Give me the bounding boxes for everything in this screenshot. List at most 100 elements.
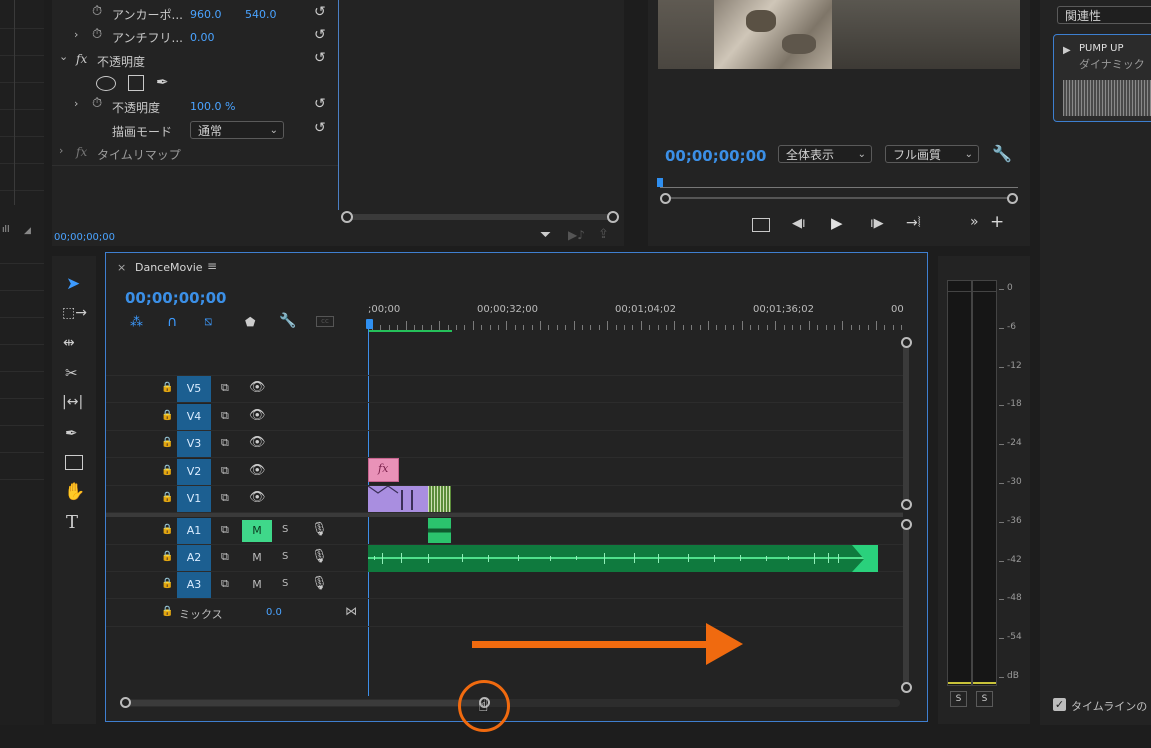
safe-margins-icon[interactable] (752, 218, 770, 232)
anchor-y-value[interactable]: 540.0 (245, 8, 277, 21)
microphone-icon[interactable]: 🎙 (311, 522, 328, 537)
pen-mask-icon[interactable]: ✒ (156, 73, 169, 91)
reset-icon[interactable]: ↺ (314, 120, 326, 136)
reset-icon[interactable]: ↺ (314, 27, 326, 43)
ripple-edit-tool-icon[interactable]: ⇹ (63, 335, 75, 351)
lock-icon[interactable]: 🔒 (161, 410, 173, 421)
eye-icon[interactable]: 👁 (249, 408, 266, 423)
settings-wrench-icon[interactable]: 🔧 (992, 144, 1012, 163)
play-icon[interactable]: ▶ (831, 214, 843, 232)
v-scroll-handle[interactable] (901, 499, 912, 510)
pen-tool-icon[interactable]: ✒ (65, 424, 78, 442)
mute-button[interactable]: M (242, 520, 272, 542)
lock-icon[interactable]: 🔒 (161, 524, 173, 535)
lock-icon[interactable]: 🔒 (161, 551, 173, 562)
sequence-tab[interactable]: DanceMovie (135, 261, 203, 274)
razor-tool-icon[interactable]: ✂ (65, 364, 78, 382)
time-remap-row[interactable]: › fx タイムリマップ (52, 143, 338, 163)
solo-button[interactable]: S (282, 551, 288, 562)
track-target-v4[interactable]: V4 (177, 404, 211, 430)
ellipse-mask-icon[interactable] (96, 76, 116, 91)
more-icon[interactable]: » (970, 214, 979, 230)
lock-icon[interactable]: 🔒 (161, 465, 173, 476)
step-back-icon[interactable]: ◀ı (792, 216, 806, 231)
microphone-icon[interactable]: 🎙 (311, 549, 328, 564)
eye-icon[interactable]: 👁 (249, 490, 266, 505)
opacity-value[interactable]: 100.0 % (190, 100, 235, 113)
blend-mode-dropdown[interactable]: 通常 ⌄ (190, 121, 284, 139)
sync-lock-icon[interactable]: ⧉ (221, 577, 229, 591)
add-marker-target-icon[interactable]: ⧅ (204, 314, 212, 329)
selection-tool-icon[interactable]: ➤ (66, 274, 80, 294)
sync-lock-icon[interactable]: ⧉ (221, 409, 229, 423)
solo-right-button[interactable]: S (976, 691, 993, 707)
type-tool-icon[interactable]: T (66, 512, 78, 533)
list-view-icon[interactable]: ıll (2, 225, 10, 235)
rectangle-tool-icon[interactable] (65, 455, 83, 470)
go-to-out-icon[interactable]: ⋈ (345, 604, 357, 618)
stopwatch-icon[interactable]: ⏱ (92, 27, 102, 42)
quality-dropdown[interactable]: フル画質 ⌄ (885, 145, 979, 163)
program-timecode[interactable]: 00;00;00;00 (665, 147, 767, 165)
stopwatch-icon[interactable]: ⏱ (92, 4, 102, 19)
h-scroll-handle-left[interactable] (120, 697, 131, 708)
timeline-checkbox[interactable]: ✓ (1053, 698, 1066, 711)
lock-icon[interactable]: 🔒 (161, 382, 173, 393)
snap-icon[interactable]: ⁂ (130, 315, 143, 330)
zoom-handle-right[interactable] (1007, 193, 1018, 204)
insert-icon[interactable]: →⦚ (906, 215, 921, 231)
filter-icon[interactable]: ⏷ (540, 227, 551, 243)
v-scroll-handle[interactable] (901, 337, 912, 348)
track-target-v2[interactable]: V2 (177, 459, 211, 485)
fx-icon[interactable]: fx (76, 52, 87, 66)
add-button-icon[interactable]: + (990, 212, 1004, 232)
expand-chevron-icon[interactable]: › (74, 28, 78, 41)
program-ruler[interactable] (657, 178, 1018, 188)
mute-button[interactable]: M (242, 574, 272, 596)
stopwatch-icon[interactable]: ⏱ (92, 96, 102, 111)
track-target-v3[interactable]: V3 (177, 431, 211, 457)
track-target-a3[interactable]: A3 (177, 572, 211, 598)
audio-clip-a2[interactable] (368, 545, 878, 572)
scroll-handle-left[interactable] (341, 211, 353, 223)
reset-icon[interactable]: ↺ (314, 96, 326, 112)
v-scroll-video[interactable] (903, 339, 909, 505)
video-clip-short[interactable] (428, 486, 451, 512)
sync-lock-icon[interactable]: ⧉ (221, 436, 229, 450)
reset-icon[interactable]: ↺ (314, 4, 326, 20)
anchor-x-value[interactable]: 960.0 (190, 8, 222, 21)
v-scroll-audio[interactable] (903, 521, 909, 685)
effect-timecode[interactable]: 00;00;00;00 (54, 232, 115, 243)
solo-left-button[interactable]: S (950, 691, 967, 707)
linked-selection-icon[interactable]: ∩ (167, 314, 177, 330)
expand-chevron-icon[interactable]: › (74, 97, 78, 110)
audio-clip-a1[interactable] (428, 518, 451, 543)
sync-lock-icon[interactable]: ⧉ (221, 491, 229, 505)
sync-lock-icon[interactable]: ⧉ (221, 523, 229, 537)
fit-dropdown[interactable]: 全体表示 ⌄ (778, 145, 872, 163)
scroll-handle-right[interactable] (607, 211, 619, 223)
opacity-section-row[interactable]: ⌄ fx 不透明度 ↺ (52, 50, 338, 70)
solo-button[interactable]: S (282, 578, 288, 589)
lock-icon[interactable]: 🔒 (161, 492, 173, 503)
expand-chevron-icon[interactable]: › (59, 144, 63, 157)
effect-scrollbar[interactable] (346, 214, 614, 220)
solo-button[interactable]: S (282, 524, 288, 535)
sync-lock-icon[interactable]: ⧉ (221, 381, 229, 395)
microphone-icon[interactable]: 🎙 (311, 576, 328, 591)
video-clip[interactable] (368, 486, 428, 512)
eye-icon[interactable]: 👁 (249, 435, 266, 450)
reset-icon[interactable]: ↺ (314, 50, 326, 66)
mix-value[interactable]: 0.0 (266, 607, 282, 618)
sort-dropdown[interactable]: 関連性 (1057, 6, 1151, 24)
lock-icon[interactable]: 🔒 (161, 578, 173, 589)
eye-icon[interactable]: 👁 (249, 463, 266, 478)
add-marker-icon[interactable]: ⬟ (245, 315, 255, 329)
v-scroll-handle[interactable] (901, 519, 912, 530)
sync-lock-icon[interactable]: ⧉ (221, 464, 229, 478)
v-scroll-handle[interactable] (901, 682, 912, 693)
rectangle-mask-icon[interactable] (128, 75, 144, 91)
antiflicker-value[interactable]: 0.00 (190, 31, 215, 44)
track-target-a2[interactable]: A2 (177, 545, 211, 571)
hand-tool-icon[interactable]: ✋ (64, 482, 85, 502)
